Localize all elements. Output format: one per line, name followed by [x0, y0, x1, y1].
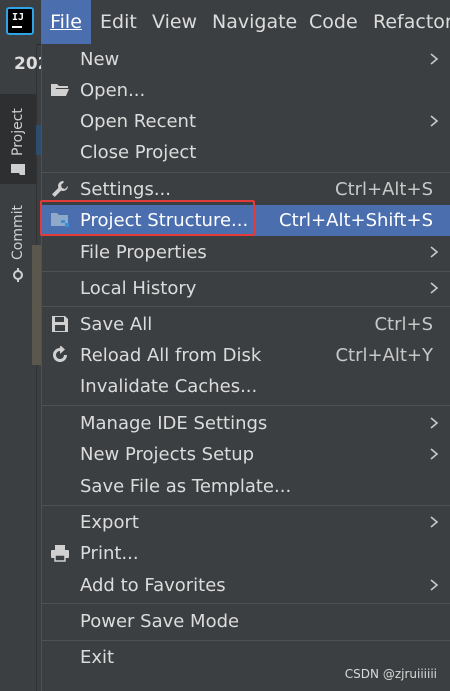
menu-separator: [42, 505, 450, 506]
menu-bar: IJ File Edit View Navigate Code Refactor: [0, 0, 450, 45]
menu-file[interactable]: File: [41, 0, 91, 44]
menu-item-add-to-favorites[interactable]: Add to Favorites: [42, 570, 450, 601]
folder-open-icon: [50, 80, 70, 100]
menu-item-new-projects-setup[interactable]: New Projects Setup: [42, 439, 450, 470]
folder-icon: [10, 164, 26, 176]
chevron-right-icon: [430, 417, 439, 429]
menu-item-power-save-mode[interactable]: Power Save Mode: [42, 606, 450, 637]
chevron-right-icon: [430, 53, 439, 65]
menu-item-local-history[interactable]: Local History: [42, 273, 450, 304]
menu-item-reload-all[interactable]: Reload All from Disk Ctrl+Alt+Y: [42, 340, 450, 371]
commit-icon: [10, 268, 26, 282]
project-tab-label: Project: [10, 108, 26, 156]
menu-item-export[interactable]: Export: [42, 507, 450, 538]
chevron-right-icon: [430, 282, 439, 294]
menu-item-save-all[interactable]: Save All Ctrl+S: [42, 309, 450, 340]
menu-separator: [42, 172, 450, 173]
menu-item-new[interactable]: New: [42, 44, 450, 75]
menu-item-close-project[interactable]: Close Project: [42, 137, 450, 168]
chevron-right-icon: [430, 579, 439, 591]
wrench-icon: [50, 179, 70, 199]
menu-item-open-recent[interactable]: Open Recent: [42, 106, 450, 137]
app-icon-text: IJ: [12, 12, 25, 23]
menu-refactor[interactable]: Refactor: [373, 0, 450, 44]
menu-item-manage-ide-settings[interactable]: Manage IDE Settings: [42, 408, 450, 439]
menu-separator: [42, 405, 450, 406]
menu-separator: [42, 306, 450, 307]
chevron-right-icon: [430, 115, 439, 127]
menu-separator: [42, 271, 450, 272]
watermark: CSDN @zjruiiiiii: [344, 667, 437, 681]
menu-navigate[interactable]: Navigate: [212, 0, 297, 44]
menu-item-print[interactable]: Print...: [42, 538, 450, 569]
print-icon: [50, 543, 70, 563]
tool-window-project-tab[interactable]: Project: [0, 94, 36, 184]
menu-view[interactable]: View: [152, 0, 197, 44]
commit-tab-label: Commit: [10, 205, 26, 260]
intellij-logo-icon[interactable]: IJ: [6, 7, 34, 35]
menu-item-invalidate-caches[interactable]: Invalidate Caches...: [42, 371, 450, 402]
menu-item-file-properties[interactable]: File Properties: [42, 237, 450, 268]
tool-window-commit-tab[interactable]: Commit: [0, 200, 36, 290]
menu-separator: [42, 603, 450, 604]
menu-item-open[interactable]: Open...: [42, 75, 450, 106]
reload-icon: [50, 345, 70, 365]
menu-item-save-as-template[interactable]: Save File as Template...: [42, 471, 450, 502]
menu-separator: [42, 640, 450, 641]
menu-edit[interactable]: Edit: [100, 0, 137, 44]
menu-code[interactable]: Code: [309, 0, 358, 44]
save-icon: [50, 314, 70, 334]
chevron-right-icon: [430, 448, 439, 460]
chevron-right-icon: [430, 246, 439, 258]
chevron-right-icon: [430, 516, 439, 528]
annotation-highlight-box: [40, 200, 255, 236]
file-menu-dropdown: New Open... Open Recent Close Project Se…: [40, 44, 450, 691]
